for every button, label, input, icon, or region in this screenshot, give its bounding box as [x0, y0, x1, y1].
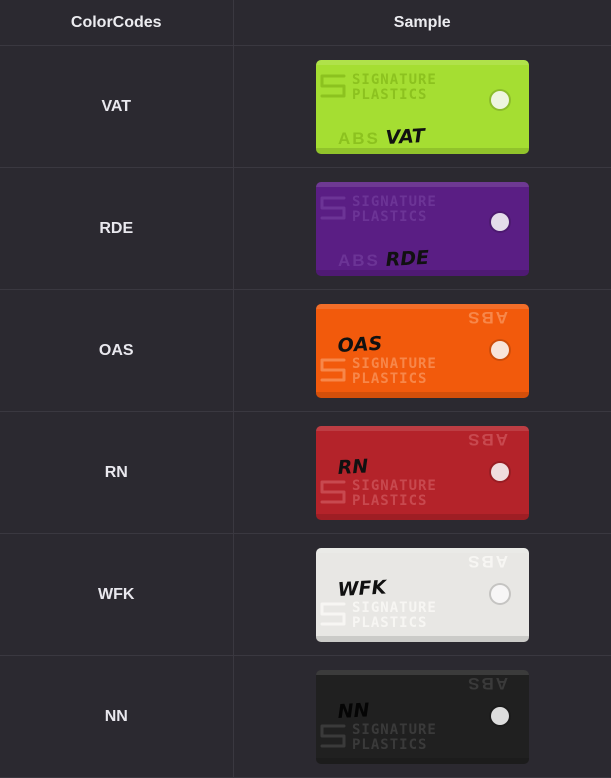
- table-row: RN SIGNATURE PLASTICS ABS RN: [0, 411, 611, 534]
- abs-mark: ABS: [466, 674, 508, 693]
- color-sample-image: SIGNATURE PLASTICS ABS VAT: [315, 59, 529, 154]
- brand-line-1: SIGNATURE: [352, 722, 437, 738]
- sample-cell: SIGNATURE PLASTICS ABS WFK: [233, 533, 611, 656]
- brand-line-2: PLASTICS: [352, 371, 427, 387]
- brand-line-2: PLASTICS: [352, 87, 427, 103]
- handwritten-code: RN: [337, 455, 369, 479]
- brand-line-2: PLASTICS: [352, 737, 427, 753]
- table-row: VAT SIGNATURE PLASTICS ABS VAT: [0, 45, 611, 168]
- color-sample-image: SIGNATURE PLASTICS ABS OAS: [315, 303, 529, 398]
- brand-line-2: PLASTICS: [352, 209, 427, 225]
- color-code-cell: RN: [0, 411, 234, 534]
- handwritten-code: NN: [337, 699, 370, 723]
- sample-cell: SIGNATURE PLASTICS ABS RN: [233, 411, 611, 534]
- plastic-chip-graphic: SIGNATUREPLASTICS ABS NN: [315, 669, 529, 764]
- handwritten-code: OAS: [337, 332, 383, 356]
- chip-hole: [490, 340, 509, 359]
- plastic-chip-graphic: SIGNATUREPLASTICS ABS OAS: [315, 303, 529, 398]
- brand-line-1: SIGNATURE: [352, 72, 437, 88]
- sample-cell: SIGNATURE PLASTICS ABS OAS: [233, 289, 611, 412]
- plastic-chip-graphic: SIGNATUREPLASTICS ABS WFK: [315, 547, 529, 642]
- sample-cell: SIGNATURE PLASTICS ABS RDE: [233, 167, 611, 290]
- chip-hole: [490, 90, 509, 109]
- color-code-cell: VAT: [0, 45, 234, 168]
- chip-hole: [490, 212, 509, 231]
- table-row: RDE SIGNATURE PLASTICS ABS RDE: [0, 167, 611, 290]
- color-sample-image: SIGNATURE PLASTICS ABS RDE: [315, 181, 529, 276]
- brand-line-1: SIGNATURE: [352, 194, 437, 210]
- sample-cell: SIGNATURE PLASTICS ABS NN: [233, 655, 611, 778]
- color-sample-image: SIGNATURE PLASTICS ABS WFK: [315, 547, 529, 642]
- brand-line-2: PLASTICS: [352, 493, 427, 509]
- plastic-chip-graphic: SIGNATUREPLASTICS ABS RDE: [315, 181, 529, 276]
- abs-mark: ABS: [466, 430, 508, 449]
- chip-hole: [490, 706, 509, 725]
- abs-mark: ABS: [466, 552, 508, 571]
- abs-mark: ABS: [466, 308, 508, 327]
- brand-line-1: SIGNATURE: [352, 356, 437, 372]
- color-code-cell: RDE: [0, 167, 234, 290]
- brand-line-2: PLASTICS: [352, 615, 427, 631]
- handwritten-code: RDE: [385, 246, 429, 270]
- table-row: OAS SIGNATURE PLASTICS ABS OAS: [0, 289, 611, 412]
- header-colorcodes: ColorCodes: [0, 0, 234, 46]
- handwritten-code: WFK: [337, 576, 388, 601]
- color-code-cell: OAS: [0, 289, 234, 412]
- brand-line-1: SIGNATURE: [352, 478, 437, 494]
- header-sample: Sample: [233, 0, 611, 46]
- color-codes-table: ColorCodes Sample VAT SIGNATURE PLASTICS AB…: [0, 0, 611, 778]
- color-code-cell: WFK: [0, 533, 234, 656]
- plastic-chip-graphic: SIGNATUREPLASTICS ABS RN: [315, 425, 529, 520]
- abs-mark: ABS: [338, 251, 380, 270]
- brand-line-1: SIGNATURE: [352, 600, 437, 616]
- table-row: NN SIGNATURE PLASTICS ABS NN: [0, 655, 611, 778]
- handwritten-code: VAT: [385, 124, 427, 148]
- chip-hole: [490, 462, 509, 481]
- table-row: WFK SIGNATURE PLASTICS ABS WFK: [0, 533, 611, 656]
- sample-cell: SIGNATURE PLASTICS ABS VAT: [233, 45, 611, 168]
- color-sample-image: SIGNATURE PLASTICS ABS NN: [315, 669, 529, 764]
- chip-hole: [490, 584, 509, 603]
- abs-mark: ABS: [338, 129, 380, 148]
- color-sample-image: SIGNATURE PLASTICS ABS RN: [315, 425, 529, 520]
- color-code-cell: NN: [0, 655, 234, 778]
- plastic-chip-graphic: SIGNATUREPLASTICS ABS VAT: [315, 59, 529, 154]
- header-row: ColorCodes Sample: [0, 0, 611, 46]
